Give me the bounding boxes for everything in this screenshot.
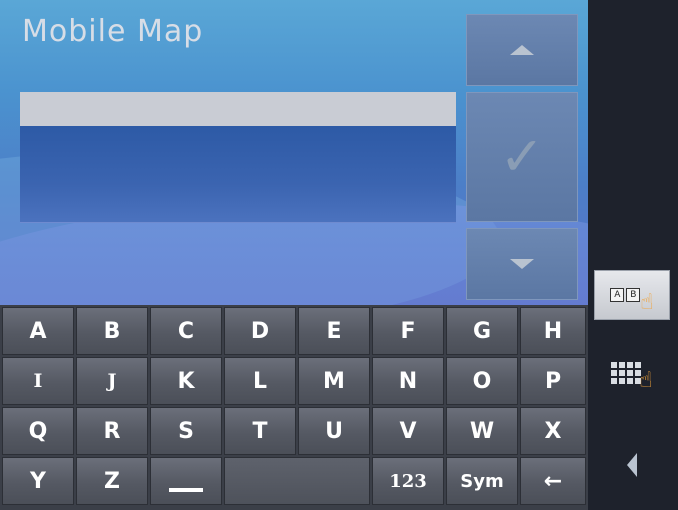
key-f[interactable]: F	[372, 307, 444, 355]
key-u[interactable]: U	[298, 407, 370, 455]
key-symbols[interactable]: Sym	[446, 457, 518, 505]
key-space[interactable]	[150, 457, 222, 505]
results-list[interactable]	[20, 126, 456, 223]
page-title: Mobile Map	[22, 14, 204, 49]
key-c[interactable]: C	[150, 307, 222, 355]
key-k[interactable]: K	[150, 357, 222, 405]
key-a[interactable]: A	[2, 307, 74, 355]
key-i[interactable]: I	[2, 357, 74, 405]
hand-pointer-icon: ☝	[639, 367, 653, 393]
key-m[interactable]: M	[298, 357, 370, 405]
key-d[interactable]: D	[224, 307, 296, 355]
key-e[interactable]: E	[298, 307, 370, 355]
search-input[interactable]	[20, 92, 456, 126]
key-s[interactable]: S	[150, 407, 222, 455]
key-j[interactable]: J	[76, 357, 148, 405]
grid-keyboard-button[interactable]: ☝	[594, 348, 670, 398]
key-blank	[224, 457, 370, 505]
key-z[interactable]: Z	[76, 457, 148, 505]
letter-b-icon: B	[626, 288, 641, 302]
arrow-left-icon	[627, 453, 637, 477]
key-y[interactable]: Y	[2, 457, 74, 505]
on-screen-keyboard: A B C D E F G H I J K L M N O P Q R S T …	[0, 305, 588, 510]
arrow-up-icon	[510, 45, 534, 55]
key-l[interactable]: L	[224, 357, 296, 405]
confirm-button[interactable]: ✓	[466, 92, 578, 222]
map-screen: Mobile Map ✓	[0, 0, 588, 305]
scroll-down-button[interactable]	[466, 228, 578, 300]
key-b[interactable]: B	[76, 307, 148, 355]
space-bar-icon	[169, 488, 203, 492]
backspace-key[interactable]: ←	[520, 457, 586, 505]
key-p[interactable]: P	[520, 357, 586, 405]
scroll-up-button[interactable]	[466, 14, 578, 86]
arrow-down-icon	[510, 259, 534, 269]
keypad-grid-icon	[611, 362, 642, 384]
key-t[interactable]: T	[224, 407, 296, 455]
key-n[interactable]: N	[372, 357, 444, 405]
key-h[interactable]: H	[520, 307, 586, 355]
key-v[interactable]: V	[372, 407, 444, 455]
key-g[interactable]: G	[446, 307, 518, 355]
letter-a-icon: A	[610, 288, 625, 302]
key-o[interactable]: O	[446, 357, 518, 405]
key-numbers[interactable]: 123	[372, 457, 444, 505]
abc-keyboard-button[interactable]: A B ☝	[594, 270, 670, 320]
key-r[interactable]: R	[76, 407, 148, 455]
right-side-panel: A B ☝ ☝	[588, 0, 678, 510]
hand-pointer-icon: ☝	[640, 289, 654, 315]
key-q[interactable]: Q	[2, 407, 74, 455]
checkmark-icon: ✓	[499, 125, 545, 188]
key-x[interactable]: X	[520, 407, 586, 455]
key-w[interactable]: W	[446, 407, 518, 455]
back-button[interactable]	[594, 440, 670, 490]
